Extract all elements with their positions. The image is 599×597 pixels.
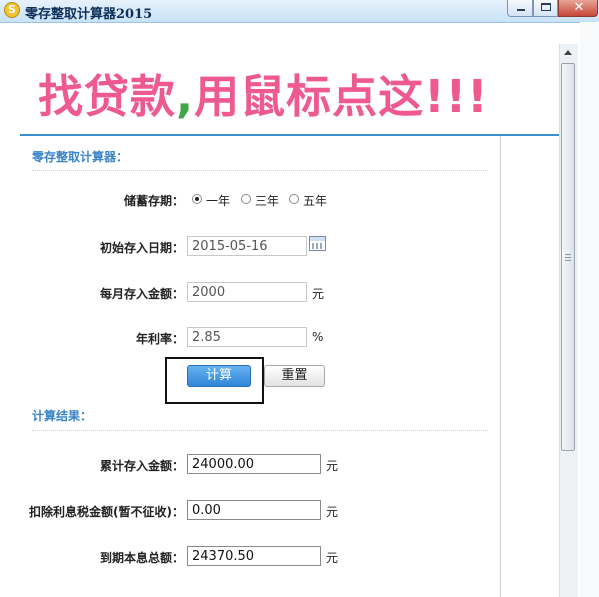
section-divider xyxy=(32,170,488,171)
calculate-button[interactable]: 计算 xyxy=(187,365,251,387)
scroll-thumb[interactable] xyxy=(561,63,575,451)
title-bar: S 零存整取计算器2015 ✕ xyxy=(0,0,599,23)
maximize-icon xyxy=(541,3,551,11)
close-button[interactable]: ✕ xyxy=(558,0,598,17)
banner-text-part1: 找贷款 xyxy=(38,70,177,123)
term-radio-1yr[interactable] xyxy=(192,194,202,204)
results-divider xyxy=(32,430,488,431)
scroll-grip-icon xyxy=(565,254,571,261)
start-date-label: 初始存入日期： xyxy=(99,241,184,255)
results-section-title: 计算结果： xyxy=(32,409,93,423)
reset-button[interactable]: 重置 xyxy=(264,365,325,387)
annual-rate-unit: % xyxy=(312,330,324,344)
window-right-edge xyxy=(580,22,599,597)
total-deposit-field xyxy=(187,454,321,474)
maturity-total-field xyxy=(187,546,321,566)
annual-rate-label: 年利率： xyxy=(135,332,184,346)
banner-comma: , xyxy=(176,70,195,123)
start-date-input[interactable] xyxy=(187,236,307,256)
calendar-icon[interactable] xyxy=(309,236,326,251)
term-label: 储蓄存期： xyxy=(123,194,184,208)
scroll-up-arrow-icon[interactable] xyxy=(559,44,577,61)
monthly-amount-input[interactable] xyxy=(187,282,307,302)
total-deposit-unit: 元 xyxy=(326,459,339,473)
loan-banner-link[interactable]: 找贷款,用鼠标点这!!! xyxy=(38,60,489,125)
interest-tax-unit: 元 xyxy=(326,505,339,519)
interest-tax-label: 扣除利息税金额(暂不征收)： xyxy=(29,505,184,519)
minimize-icon xyxy=(517,9,525,11)
term-radio-5yr[interactable] xyxy=(289,194,299,204)
total-deposit-label: 累计存入金额： xyxy=(99,459,184,473)
maturity-total-label: 到期本息总额： xyxy=(99,551,184,565)
minimize-button[interactable] xyxy=(507,0,533,17)
app-coin-icon: S xyxy=(4,2,20,18)
term-radio-3yr[interactable] xyxy=(241,194,251,204)
window-title: 零存整取计算器2015 xyxy=(25,7,153,22)
term-option-3yr: 三年 xyxy=(255,194,280,208)
interest-tax-field xyxy=(187,500,321,520)
maturity-total-unit: 元 xyxy=(326,551,339,565)
monthly-amount-unit: 元 xyxy=(312,287,325,301)
maximize-button[interactable] xyxy=(533,0,558,17)
term-option-5yr: 五年 xyxy=(303,194,328,208)
banner-text-part2: 用鼠标点这!!! xyxy=(194,70,489,123)
term-option-1yr: 一年 xyxy=(206,194,231,208)
monthly-amount-label: 每月存入金额： xyxy=(99,287,184,301)
close-icon: ✕ xyxy=(573,0,585,15)
annual-rate-input[interactable] xyxy=(187,327,307,347)
calculator-section-title: 零存整取计算器： xyxy=(32,150,129,164)
